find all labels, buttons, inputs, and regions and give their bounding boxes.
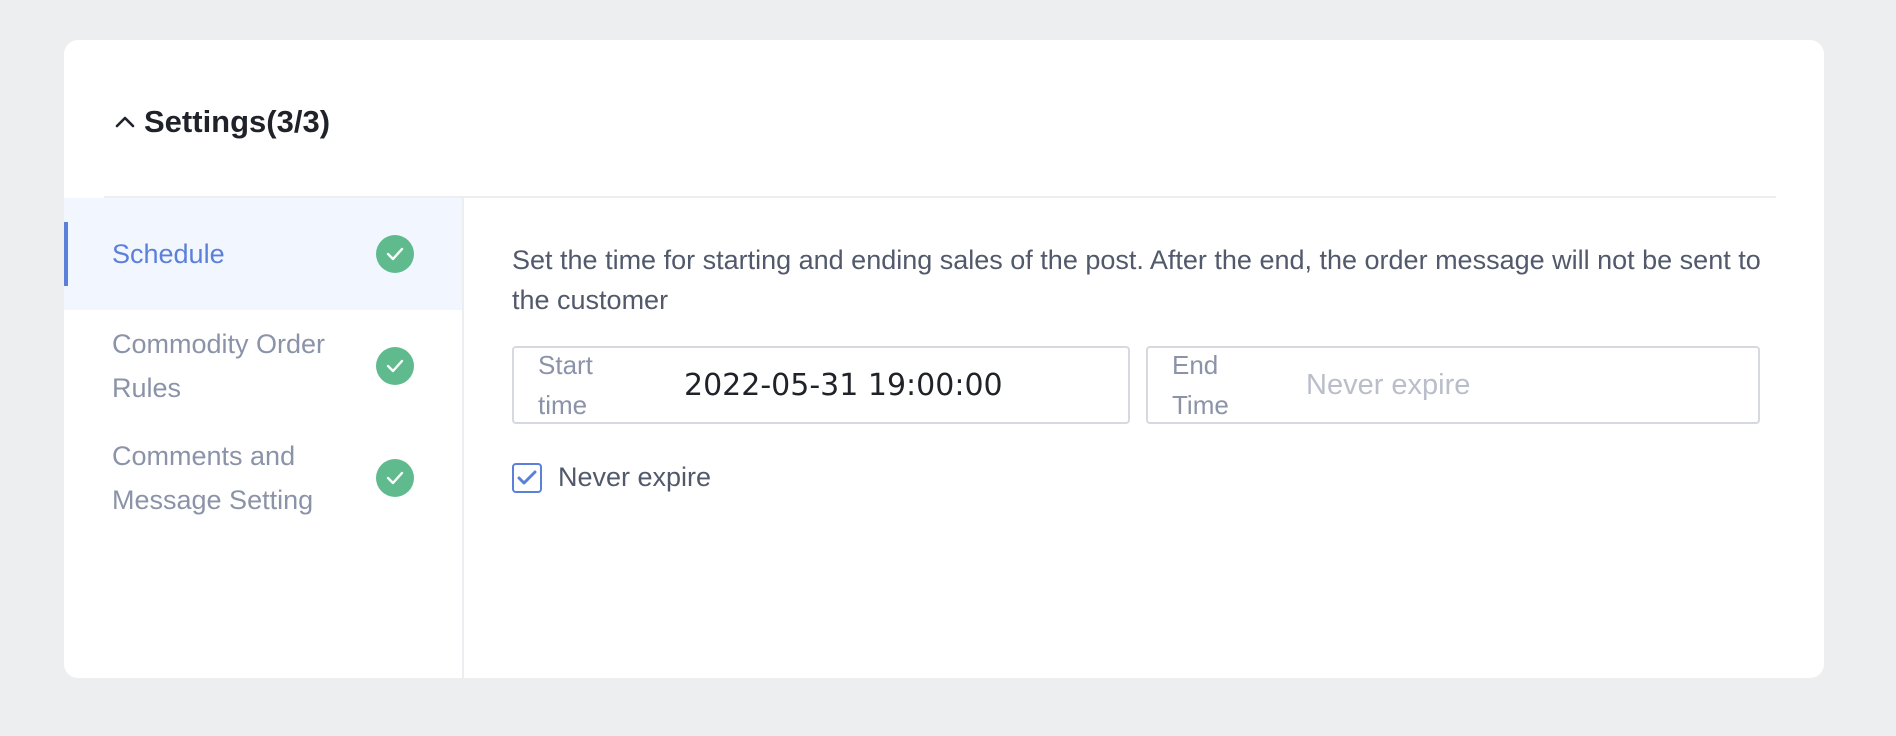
sidebar-item-label: Schedule [112,239,225,269]
start-time-field[interactable]: Start time 2022-05-31 19:00:00 [512,346,1130,424]
sidebar-item-label: Comments and Message Setting [112,441,314,515]
sidebar-item-commodity-order-rules[interactable]: Commodity Order Rules [64,310,462,422]
settings-sidebar: Schedule Commodity Order Rules Comments … [64,198,464,678]
check-circle-icon [376,347,414,385]
end-time-label: End Time [1172,350,1229,420]
never-expire-checkbox[interactable] [512,462,542,493]
start-time-value[interactable]: 2022-05-31 19:00:00 [684,368,1003,403]
schedule-description: Set the time for starting and ending sal… [512,245,1761,315]
sidebar-item-comments-and-message-setting[interactable]: Comments and Message Setting [64,422,462,534]
start-time-label: Start time [538,350,593,420]
never-expire-option[interactable]: Never expire [512,462,1776,493]
never-expire-label: Never expire [558,462,712,492]
settings-title: Settings(3/3) [144,104,331,139]
schedule-panel: Set the time for starting and ending sal… [512,240,1776,493]
sidebar-item-label: Commodity Order Rules [112,329,326,403]
check-circle-icon [376,459,414,497]
checkmark-icon [517,470,537,484]
end-time-placeholder[interactable]: Never expire [1306,369,1470,402]
sidebar-item-schedule[interactable]: Schedule [64,198,462,310]
end-time-field[interactable]: End Time Never expire [1146,346,1760,424]
settings-card: Settings(3/3) Schedule Commodity Order R… [64,40,1824,678]
settings-header[interactable]: Settings(3/3) [112,102,330,142]
chevron-up-icon[interactable] [112,109,138,135]
check-circle-icon [376,235,414,273]
time-range-row: Start time 2022-05-31 19:00:00 End Time … [512,346,1776,424]
